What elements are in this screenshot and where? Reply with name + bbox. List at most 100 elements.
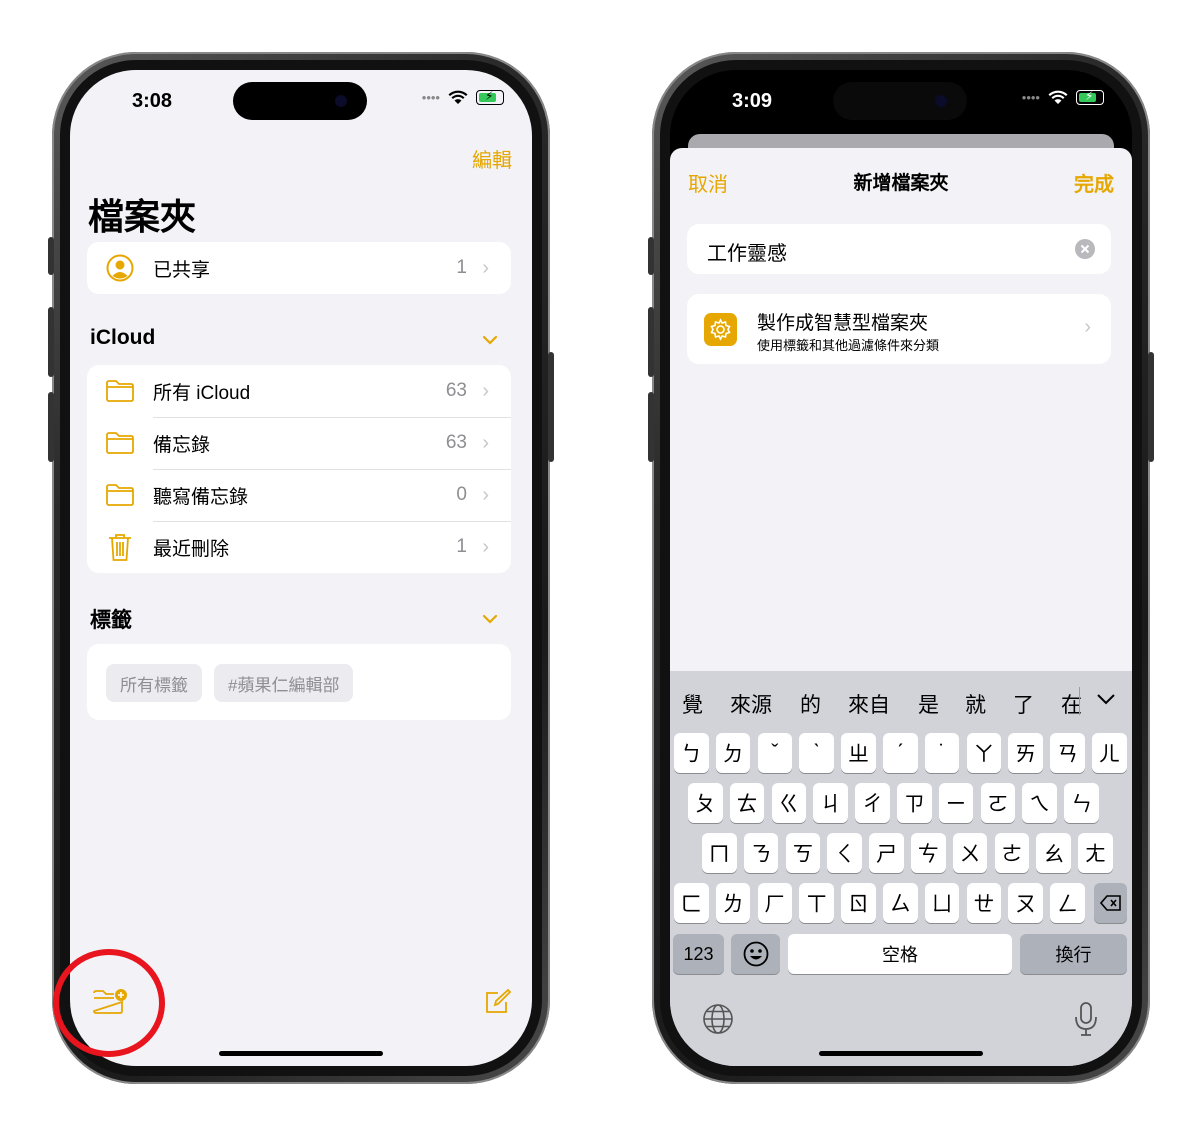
globe-icon[interactable]: [702, 1003, 734, 1035]
key-row1-7[interactable]: ㄚ: [966, 733, 1002, 773]
candidate-6[interactable]: 就: [965, 689, 986, 719]
chevron-right-icon: ›: [482, 379, 489, 402]
key-row2-7[interactable]: ㄛ: [980, 783, 1016, 823]
done-button[interactable]: 完成: [1074, 168, 1114, 197]
key-row2-5[interactable]: ㄗ: [897, 783, 932, 823]
tags-card: 所有標籤 #蘋果仁編輯部: [87, 644, 511, 720]
key-row1-1[interactable]: ㄉ: [715, 733, 751, 773]
key-row4-0[interactable]: ㄈ: [674, 883, 709, 923]
key-row3-8[interactable]: ㄠ: [1036, 833, 1071, 873]
smart-folder-badge: [704, 313, 737, 346]
sheet-title: 新增檔案夾: [853, 173, 949, 194]
candidate-5[interactable]: 是: [918, 689, 939, 719]
key-row3-3[interactable]: ㄑ: [827, 833, 862, 873]
key-row1-10[interactable]: ㄦ: [1092, 733, 1127, 773]
key-row1-8[interactable]: ㄞ: [1008, 733, 1043, 773]
key-row2-6[interactable]: ㄧ: [938, 783, 974, 823]
key-row1-6[interactable]: ˙: [924, 733, 960, 773]
signal-icon: ••••: [421, 90, 440, 105]
tag-applealmond[interactable]: #蘋果仁編輯部: [214, 664, 354, 702]
folder-row-all-icloud[interactable]: 所有 iCloud 63 ›: [87, 365, 511, 417]
microphone-icon[interactable]: [1074, 1001, 1098, 1037]
signal-icon: ••••: [1021, 90, 1040, 105]
status-icons: •••• ⚡: [1021, 89, 1104, 105]
shared-row[interactable]: 已共享 1 ›: [87, 242, 511, 294]
action-button: [48, 237, 54, 275]
key-row1-5[interactable]: ˊ: [883, 733, 918, 773]
candidate-4[interactable]: 來自: [848, 689, 890, 719]
key-row1-3[interactable]: ˋ: [799, 733, 834, 773]
status-icons: •••• ⚡: [421, 89, 504, 105]
key-row1-0[interactable]: ㄅ: [674, 733, 709, 773]
chevron-right-icon: ›: [482, 535, 489, 558]
smart-folder-row[interactable]: 製作成智慧型檔案夾 使用標籤和其他過濾條件來分類 ›: [687, 294, 1111, 364]
key-row4-7[interactable]: ㄝ: [966, 883, 1002, 923]
folder-name-field[interactable]: 工作靈感: [687, 224, 1111, 274]
battery-icon: ⚡: [476, 89, 504, 105]
key-row2-9[interactable]: ㄣ: [1064, 783, 1099, 823]
expand-candidates-icon[interactable]: [1096, 693, 1116, 705]
numbers-key[interactable]: 123: [673, 934, 724, 974]
key-row4-9[interactable]: ㄥ: [1050, 883, 1085, 923]
tags-header: 標籤: [90, 609, 132, 632]
key-row1-9[interactable]: ㄢ: [1050, 733, 1085, 773]
left-phone-frame: 3:08 •••• ⚡ 編輯 檔案夾 已共享 1 › iCloud 所有 iCl…: [48, 52, 554, 1084]
candidate-2[interactable]: 來源: [730, 689, 772, 719]
key-row2-8[interactable]: ㄟ: [1022, 783, 1057, 823]
shared-count: 1: [456, 257, 467, 278]
key-row4-6[interactable]: ㄩ: [924, 883, 960, 923]
battery-icon: ⚡: [1076, 89, 1104, 105]
key-row3-7[interactable]: ㄜ: [994, 833, 1030, 873]
folder-row-dictation[interactable]: 聽寫備忘錄 0 ›: [87, 469, 511, 521]
key-row3-6[interactable]: ㄨ: [952, 833, 988, 873]
emoji-key[interactable]: [731, 934, 780, 974]
delete-key[interactable]: [1094, 883, 1127, 923]
key-row2-3[interactable]: ㄐ: [813, 783, 848, 823]
key-row3-2[interactable]: ㄎ: [785, 833, 821, 873]
key-row1-4[interactable]: ㄓ: [841, 733, 876, 773]
chevron-down-icon[interactable]: [482, 334, 498, 346]
key-row2-4[interactable]: ㄔ: [855, 783, 890, 823]
key-row1-2[interactable]: ˇ: [757, 733, 793, 773]
key-row4-5[interactable]: ㄙ: [883, 883, 918, 923]
key-row3-0[interactable]: ㄇ: [702, 833, 737, 873]
compose-icon[interactable]: [484, 988, 512, 1016]
folder-row-notes[interactable]: 備忘錄 63 ›: [87, 417, 511, 469]
key-row4-1[interactable]: ㄌ: [715, 883, 751, 923]
bopomofo-keyboard: 覺 來源 的 來自 是 就 了 在 ㄅㄉ ˇ ˋ ㄓ ˊ ˙ ㄚㄞㄢㄦ ㄆㄊㄍㄐㄔㄗㄧㄛㄟㄣ…: [670, 671, 1132, 1066]
chevron-right-icon: ›: [1084, 316, 1091, 338]
home-indicator: [819, 1051, 983, 1056]
candidate-7[interactable]: 了: [1013, 689, 1034, 719]
key-row3-5[interactable]: ㄘ: [911, 833, 946, 873]
key-row4-3[interactable]: ㄒ: [799, 883, 834, 923]
folder-row-recently-deleted[interactable]: 最近刪除 1 ›: [87, 521, 511, 573]
volume-down-button: [48, 392, 54, 462]
key-row3-4[interactable]: ㄕ: [869, 833, 904, 873]
edit-button[interactable]: 編輯: [472, 144, 512, 173]
key-row4-8[interactable]: ㄡ: [1008, 883, 1043, 923]
shared-label: 已共享: [153, 259, 211, 281]
chevron-down-icon[interactable]: [482, 613, 498, 625]
return-key[interactable]: 換行: [1020, 934, 1127, 974]
key-row4-2[interactable]: ㄏ: [757, 883, 793, 923]
space-key[interactable]: 空格: [788, 934, 1012, 974]
clear-text-icon[interactable]: [1075, 239, 1095, 259]
tag-all[interactable]: 所有標籤: [106, 664, 202, 702]
wifi-icon: [1048, 90, 1068, 104]
wifi-icon: [448, 90, 468, 104]
candidate-1[interactable]: 覺: [682, 689, 703, 719]
status-time: 3:08: [132, 90, 173, 112]
folder-icon: [106, 484, 134, 506]
key-row4-4[interactable]: ㄖ: [841, 883, 876, 923]
smart-folder-title: 製作成智慧型檔案夾: [757, 313, 929, 334]
key-row2-2[interactable]: ㄍ: [771, 783, 807, 823]
folder-name-value: 工作靈感: [707, 243, 787, 265]
folder-icon: [106, 432, 134, 454]
key-row2-0[interactable]: ㄆ: [688, 783, 723, 823]
key-row2-1[interactable]: ㄊ: [729, 783, 765, 823]
key-row3-9[interactable]: ㄤ: [1078, 833, 1113, 873]
gear-icon: [710, 318, 731, 341]
status-time: 3:09: [732, 90, 773, 112]
candidate-3[interactable]: 的: [800, 689, 821, 719]
key-row3-1[interactable]: ㄋ: [743, 833, 779, 873]
